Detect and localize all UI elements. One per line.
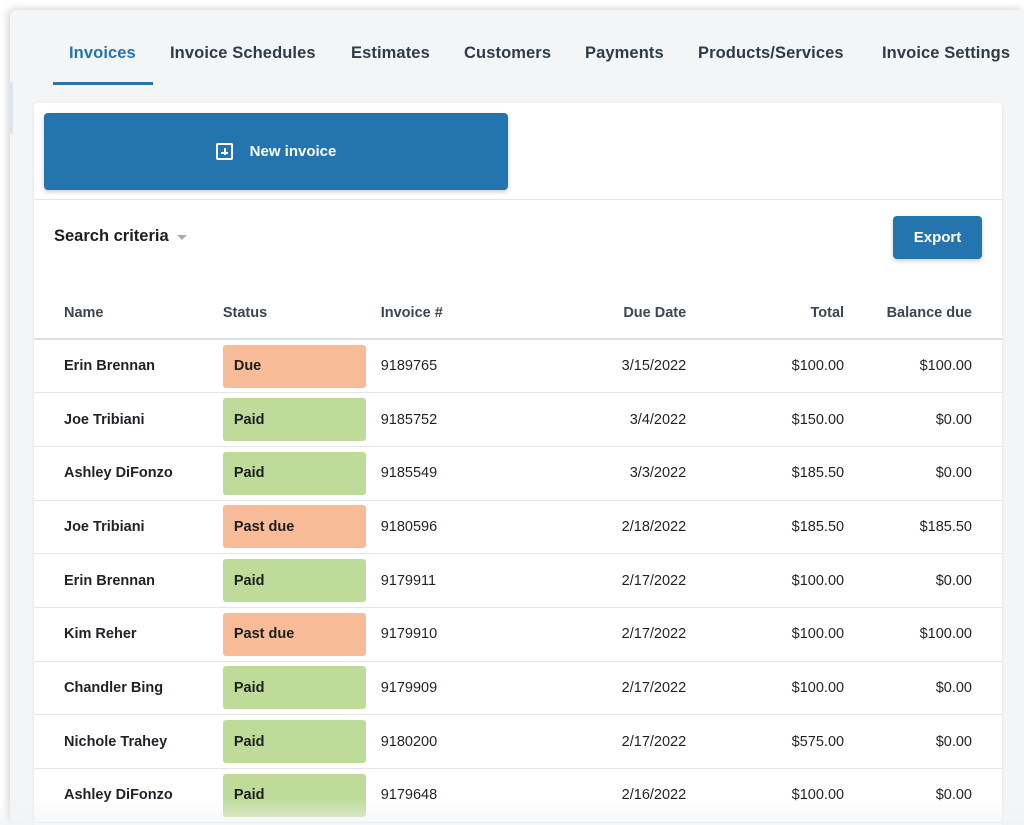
table-header-row: Name Status Invoice # Due Date Total Bal… [34, 287, 1002, 340]
cell-status: Paid [222, 446, 381, 501]
column-header-total[interactable]: Total [686, 287, 845, 340]
table-row[interactable]: Erin Brennan Due 9189765 3/15/2022 $100.00 $1… [34, 339, 1002, 394]
cell-total: $185.50 [686, 446, 845, 501]
active-tab-indicator [53, 82, 153, 85]
status-badge: Paid [222, 559, 366, 603]
cell-total: $100.00 [686, 553, 845, 608]
cell-invoice-number: 9189765 [380, 339, 520, 394]
cell-status: Paid [222, 392, 381, 447]
new-invoice-label: New invoice [249, 143, 337, 160]
cell-invoice-number: 9179911 [380, 553, 520, 608]
cell-balance-due: $0.00 [844, 714, 1002, 769]
cell-total: $100.00 [686, 607, 845, 662]
tab-invoices[interactable]: Invoices [69, 44, 136, 63]
table-row[interactable]: Nichole Trahey Paid 9180200 2/17/2022 $575.0… [34, 714, 1002, 769]
cell-status: Paid [222, 553, 381, 608]
cell-name: Nichole Trahey [34, 714, 223, 769]
cell-invoice-number: 9180596 [380, 500, 520, 555]
cell-balance-due: $0.00 [844, 392, 1002, 447]
cell-status: Due [222, 339, 381, 394]
status-badge: Paid [222, 451, 366, 495]
cell-due-date: 3/4/2022 [519, 392, 687, 447]
tab-products-services[interactable]: Products/Services [698, 44, 844, 63]
cell-invoice-number: 9179648 [380, 768, 520, 823]
table-row[interactable]: Joe Tribiani Past due 9180596 2/18/2022 $185… [34, 500, 1002, 555]
cell-name: Erin Brennan [34, 339, 223, 394]
table-row[interactable]: Joe Tribiani Paid 9185752 3/4/2022 $150.00 $0… [34, 392, 1002, 447]
invoices-table: Name Status Invoice # Due Date Total Bal… [34, 287, 1002, 823]
tab-invoice-schedules[interactable]: Invoice Schedules [170, 44, 316, 63]
tab-customers[interactable]: Customers [464, 44, 551, 63]
cell-balance-due: $0.00 [844, 768, 1002, 823]
tab-invoice-settings[interactable]: Invoice Settings [882, 44, 1010, 63]
status-badge: Past due [222, 612, 366, 656]
column-header-status[interactable]: Status [222, 287, 381, 340]
cell-balance-due: $100.00 [844, 339, 1002, 394]
tab-estimates[interactable]: Estimates [351, 44, 430, 63]
cell-name: Ashley DiFonzo [34, 446, 223, 501]
table-row[interactable]: Ashley DiFonzo Paid 9179648 2/16/2022 $100.0… [34, 768, 1002, 823]
cell-total: $100.00 [686, 768, 845, 823]
cell-total: $575.00 [686, 714, 845, 769]
status-badge: Due [222, 344, 366, 388]
cell-balance-due: $185.50 [844, 500, 1002, 555]
cell-invoice-number: 9180200 [380, 714, 520, 769]
tab-payments[interactable]: Payments [585, 44, 664, 63]
column-header-invoice[interactable]: Invoice # [380, 287, 520, 340]
cell-name: Joe Tribiani [34, 392, 223, 447]
cell-status: Paid [222, 768, 381, 823]
status-badge: Paid [222, 398, 366, 442]
cell-name: Kim Reher [34, 607, 223, 662]
cell-status: Paid [222, 661, 381, 716]
cell-name: Ashley DiFonzo [34, 768, 223, 823]
cell-name: Erin Brennan [34, 553, 223, 608]
section-divider [34, 199, 1002, 200]
cell-due-date: 3/15/2022 [519, 339, 687, 394]
column-header-name[interactable]: Name [34, 287, 223, 340]
cell-name: Chandler Bing [34, 661, 223, 716]
table-row[interactable]: Erin Brennan Paid 9179911 2/17/2022 $100.00 $… [34, 553, 1002, 608]
status-badge: Paid [222, 666, 366, 710]
cell-status: Past due [222, 500, 381, 555]
caret-down-icon [176, 235, 187, 240]
new-invoice-button[interactable]: New invoice [44, 113, 508, 190]
status-badge: Past due [222, 505, 366, 549]
cell-balance-due: $0.00 [844, 553, 1002, 608]
export-button[interactable]: Export [893, 216, 982, 259]
cell-due-date: 2/17/2022 [519, 553, 687, 608]
cell-due-date: 2/17/2022 [519, 714, 687, 769]
cell-balance-due: $100.00 [844, 607, 1002, 662]
app-window: Invoices Invoice Schedules Estimates Cus… [10, 10, 1024, 825]
cell-total: $185.50 [686, 500, 845, 555]
plus-square-icon [215, 143, 233, 160]
column-header-balance-due[interactable]: Balance due [844, 287, 1002, 340]
cell-due-date: 2/17/2022 [519, 607, 687, 662]
search-criteria-toggle[interactable]: Search criteria [54, 227, 187, 246]
cell-total: $150.00 [686, 392, 845, 447]
search-criteria-label: Search criteria [54, 227, 169, 245]
invoices-panel: New invoice Search criteria Export Name … [34, 103, 1002, 825]
table-row[interactable]: Chandler Bing Paid 9179909 2/17/2022 $100.00… [34, 661, 1002, 716]
cell-total: $100.00 [686, 661, 845, 716]
cell-invoice-number: 9179909 [380, 661, 520, 716]
cell-status: Paid [222, 714, 381, 769]
cell-due-date: 2/16/2022 [519, 768, 687, 823]
column-header-due-date[interactable]: Due Date [519, 287, 687, 340]
cell-invoice-number: 9185549 [380, 446, 520, 501]
cell-due-date: 2/18/2022 [519, 500, 687, 555]
status-badge: Paid [222, 773, 366, 817]
tab-bar: Invoices Invoice Schedules Estimates Cus… [10, 10, 1024, 100]
cell-balance-due: $0.00 [844, 446, 1002, 501]
table-row[interactable]: Ashley DiFonzo Paid 9185549 3/3/2022 $185.50… [34, 446, 1002, 501]
cell-due-date: 2/17/2022 [519, 661, 687, 716]
cell-balance-due: $0.00 [844, 661, 1002, 716]
cell-name: Joe Tribiani [34, 500, 223, 555]
cell-invoice-number: 9179910 [380, 607, 520, 662]
cell-total: $100.00 [686, 339, 845, 394]
cell-status: Past due [222, 607, 381, 662]
status-badge: Paid [222, 720, 366, 764]
cell-invoice-number: 9185752 [380, 392, 520, 447]
cell-due-date: 3/3/2022 [519, 446, 687, 501]
table-row[interactable]: Kim Reher Past due 9179910 2/17/2022 $100.00… [34, 607, 1002, 662]
